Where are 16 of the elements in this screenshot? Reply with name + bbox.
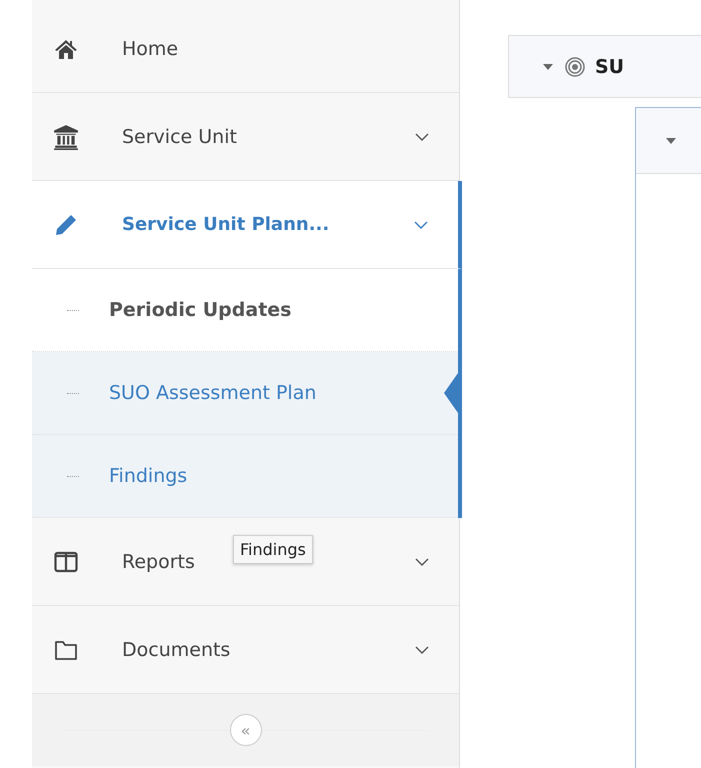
submenu-item[interactable]: Periodic Updates	[32, 269, 458, 352]
menu-label: Documents	[122, 638, 232, 660]
submenu-item[interactable]: Findings	[32, 435, 458, 518]
active-menu-label: Service Unit Plann...	[122, 214, 330, 235]
submenu-item[interactable]: SUO Assessment Plan	[32, 352, 458, 435]
tooltip: Findings	[233, 535, 313, 564]
folder-icon	[52, 638, 80, 660]
tree-node[interactable]: SU	[508, 35, 701, 98]
menu-item[interactable]: Home	[32, 5, 459, 93]
menu-item[interactable]: Service Unit Plann...	[32, 181, 462, 269]
node-label: SU	[595, 56, 624, 78]
bank-icon	[52, 124, 80, 150]
menu-label: Service Unit	[122, 126, 238, 148]
menu-label: Home	[122, 38, 180, 60]
target-icon	[565, 56, 585, 76]
columns-icon	[52, 550, 80, 572]
